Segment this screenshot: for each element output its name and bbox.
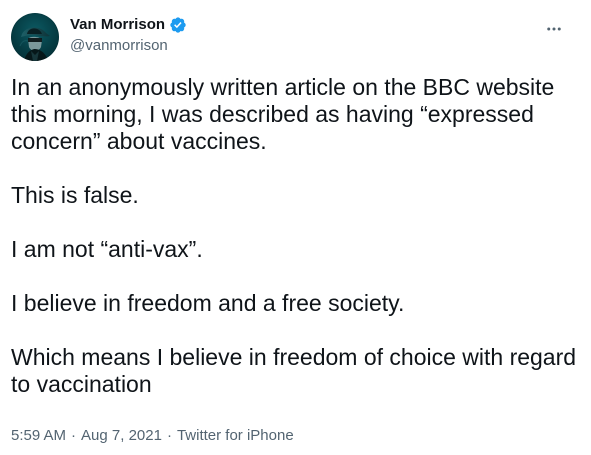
tweet-date-link[interactable]: Aug 7, 2021: [81, 426, 162, 446]
tweet-paragraph-3: I am not “anti-vax”.: [11, 236, 203, 262]
author-identity: Van Morrison @vanmorrison: [70, 14, 390, 58]
author-handle[interactable]: @vanmorrison: [70, 36, 168, 56]
metadata-separator-2: ·: [166, 427, 172, 444]
tweet-paragraph-5: Which means I believe in freedom of choi…: [11, 344, 577, 397]
person-in-hat-avatar-icon: [19, 27, 50, 61]
verified-badge-icon: [170, 17, 186, 33]
more-options-icon: [547, 27, 561, 31]
tweet-paragraph-1: In an anonymously written article on the…: [11, 74, 555, 154]
tweet-card: Van Morrison @vanmorrison In an anonymou…: [0, 0, 591, 455]
tweet-paragraph-2: This is false.: [11, 182, 139, 208]
display-name[interactable]: Van Morrison: [70, 15, 165, 35]
more-options-button[interactable]: [537, 12, 571, 46]
tweet-text: In an anonymously written article on the…: [11, 74, 581, 398]
tweet-source-link[interactable]: Twitter for iPhone: [177, 426, 294, 446]
metadata-separator-1: ·: [71, 427, 77, 444]
tweet-paragraph-4: I believe in freedom and a free society.: [11, 290, 405, 316]
tweet-time-link[interactable]: 5:59 AM: [11, 426, 66, 446]
profile-avatar[interactable]: [11, 13, 59, 61]
display-name-row: Van Morrison: [70, 15, 187, 35]
tweet-metadata: 5:59 AM · Aug 7, 2021 · Twitter for iPho…: [11, 426, 294, 446]
tweet-header: Van Morrison @vanmorrison: [11, 12, 581, 61]
